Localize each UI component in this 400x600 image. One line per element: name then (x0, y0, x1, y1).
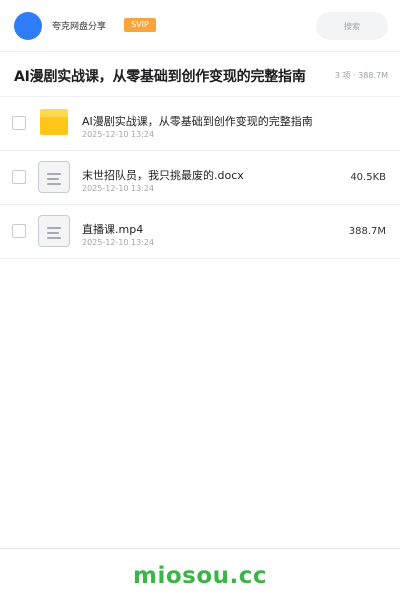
file-name[interactable]: 末世招队员，我只挑最废的.docx (82, 167, 244, 183)
search-input[interactable] (316, 12, 388, 40)
file-row[interactable]: 直播课.mp4 2025-12-10 13:24 388.7M (0, 205, 400, 259)
row-checkbox[interactable] (12, 224, 26, 238)
svip-badge: SVIP (124, 18, 156, 32)
avatar[interactable] (14, 12, 42, 40)
share-header: 夸克网盘分享 SVIP (0, 0, 400, 52)
footer: miosou.cc (0, 548, 400, 600)
row-checkbox[interactable] (12, 170, 26, 184)
file-date: 2025-12-10 13:24 (82, 238, 155, 247)
file-row[interactable]: AI漫剧实战课，从零基础到创作变现的完整指南 2025-12-10 13:24 (0, 97, 400, 151)
site-brand[interactable]: miosou.cc (0, 563, 400, 589)
file-row[interactable]: 末世招队员，我只挑最废的.docx 2025-12-10 13:24 40.5K… (0, 151, 400, 205)
file-date: 2025-12-10 13:24 (82, 184, 155, 193)
file-size: 388.7M (348, 226, 386, 237)
document-icon (38, 161, 70, 193)
file-name[interactable]: 直播课.mp4 (82, 221, 143, 237)
row-checkbox[interactable] (12, 116, 26, 130)
file-date: 2025-12-10 13:24 (82, 130, 155, 139)
share-name: 夸克网盘分享 (52, 22, 107, 32)
document-icon (38, 215, 70, 247)
file-list: AI漫剧实战课，从零基础到创作变现的完整指南 2025-12-10 13:24 … (0, 97, 400, 259)
page-title: AI漫剧实战课，从零基础到创作变现的完整指南 (14, 69, 306, 85)
folder-icon (40, 109, 68, 135)
file-size: 40.5KB (350, 172, 386, 183)
file-name[interactable]: AI漫剧实战课，从零基础到创作变现的完整指南 (82, 113, 313, 129)
title-bar: AI漫剧实战课，从零基础到创作变现的完整指南 3 项 · 388.7M (0, 53, 400, 97)
file-summary: 3 项 · 388.7M (332, 70, 388, 81)
